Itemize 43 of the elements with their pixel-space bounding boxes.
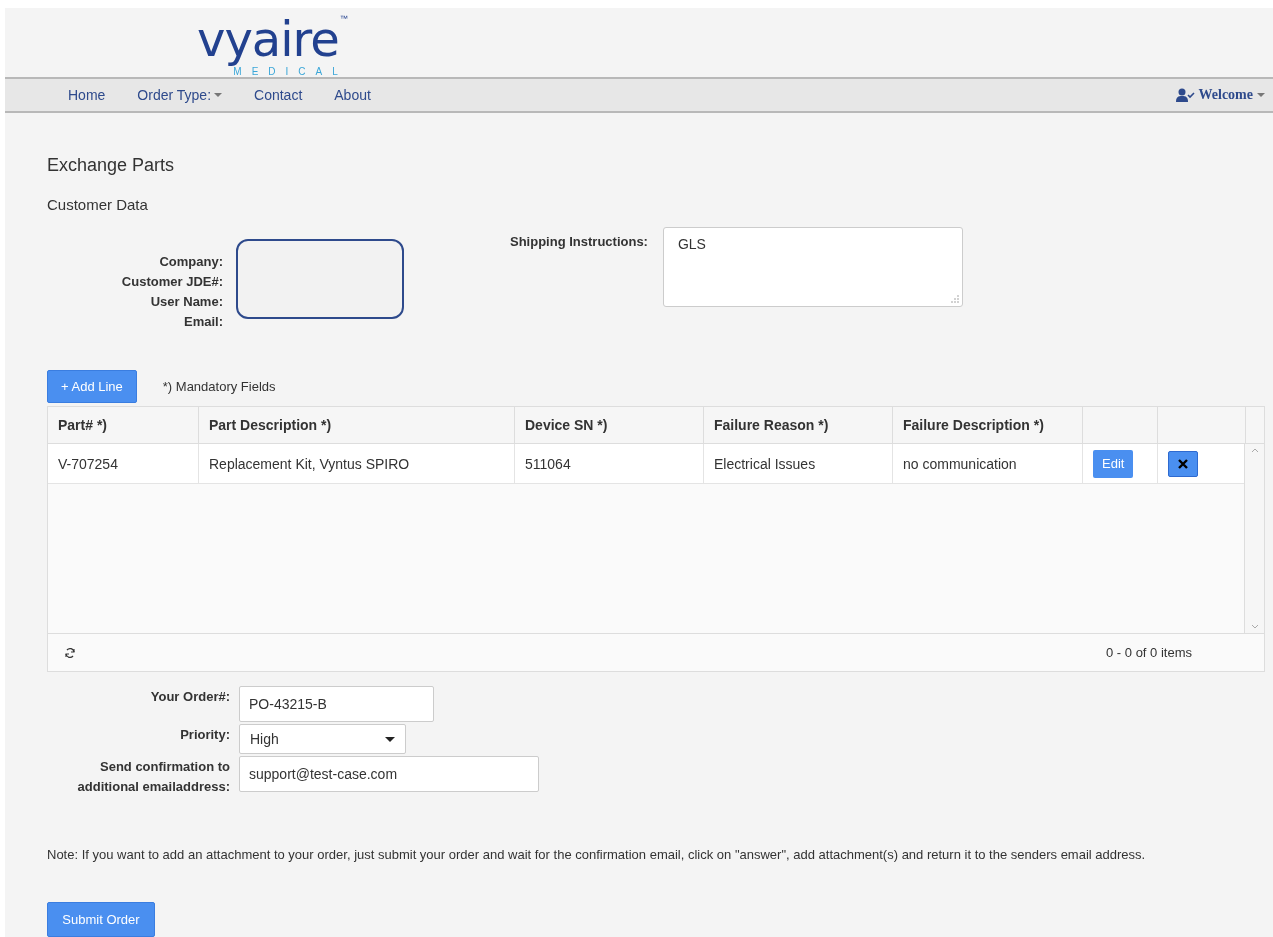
field-label: User Name: xyxy=(150,293,223,311)
nav-link[interactable]: Order Type: xyxy=(121,87,239,103)
attachment-note: Note: If you want to add an attachment to your order, just submit your order and wait for the confirmation email, click on "answer", add attachment(s) and return it to the senders email address. xyxy=(47,847,1147,862)
refresh-icon[interactable] xyxy=(64,646,76,659)
field-label: Your Order#: xyxy=(149,688,230,706)
field-label: Customer JDE#: xyxy=(121,273,223,291)
column-header: Failure Description *) xyxy=(893,407,1083,443)
user-menu[interactable]: Welcome xyxy=(1175,87,1265,103)
column-header: Part Description *) xyxy=(199,407,515,443)
shipping-instructions-field[interactable]: GLS xyxy=(662,227,963,307)
nav-link[interactable]: About xyxy=(318,87,387,103)
trademark-sign: ™ xyxy=(339,14,348,24)
field-label: Email: xyxy=(184,313,223,331)
email-field[interactable]: support@test-case.com xyxy=(239,756,539,792)
logo-name: vyaire xyxy=(197,14,339,64)
field-label: Company: xyxy=(159,253,223,271)
field-label: Shipping Instructions: xyxy=(510,234,648,251)
table-cell: 511064 xyxy=(515,444,704,483)
resize-grip-icon[interactable] xyxy=(950,295,959,303)
order-number-field[interactable]: PO-43215-B xyxy=(239,686,434,722)
table-cell: V-707254 xyxy=(48,444,199,483)
page-title: Exchange Parts xyxy=(47,155,176,176)
field-label: Priority: xyxy=(179,726,230,744)
column-header: Part# *) xyxy=(48,407,199,443)
user-check-icon xyxy=(1175,88,1195,102)
nav-link[interactable]: Contact xyxy=(238,87,319,103)
mandatory-note: *) Mandatory Fields xyxy=(162,379,276,394)
logo-tagline: MEDICAL xyxy=(233,66,348,77)
column-header: Failure Reason *) xyxy=(704,407,893,443)
field-label: Send confirmation to additional emailaddress: xyxy=(76,758,230,796)
table-cell: Electrical Issues xyxy=(704,444,893,483)
scrollbar[interactable] xyxy=(1244,444,1264,633)
scroll-down-icon[interactable] xyxy=(1250,624,1259,629)
column-header: Device SN *) xyxy=(515,407,704,443)
close-icon xyxy=(1177,457,1189,470)
section-title: Customer Data xyxy=(47,196,149,213)
pager-info: 0 - 0 of 0 items xyxy=(1106,645,1192,660)
scroll-up-icon[interactable] xyxy=(1250,448,1259,453)
priority-select[interactable]: High xyxy=(239,724,406,754)
table-cell: no communication xyxy=(893,444,1083,483)
delete-button[interactable] xyxy=(1168,450,1198,477)
nav-link[interactable]: Home xyxy=(52,87,122,103)
table-cell: Replacement Kit, Vyntus SPIRO xyxy=(199,444,515,483)
